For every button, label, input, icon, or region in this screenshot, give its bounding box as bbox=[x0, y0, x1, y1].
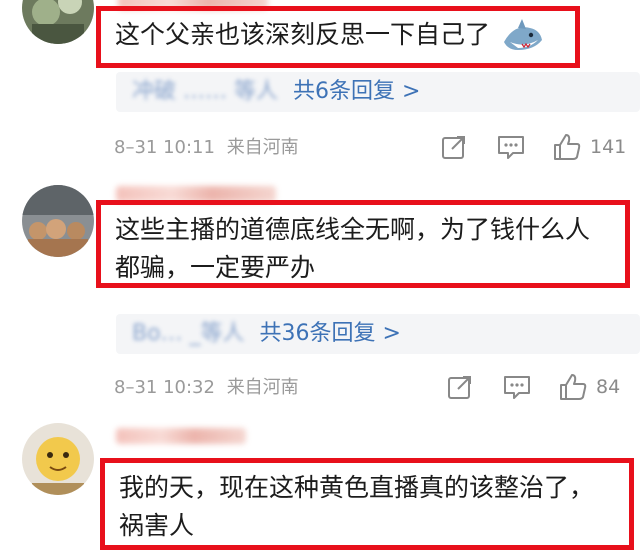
comment-1: 这个父亲也该深刻反思一下自己了 冲破 …… 等人 共6条回复 > 8–31 10… bbox=[0, 0, 640, 180]
like-count: 84 bbox=[596, 376, 621, 398]
share-button[interactable] bbox=[440, 133, 468, 161]
replies-bar[interactable]: 冲破 …… 等人 共6条回复 > bbox=[116, 72, 640, 112]
comment-2: 这些主播的道德底线全无啊，为了钱什么人都骗，一定要严办 Bo… _等人 共36条… bbox=[0, 180, 640, 420]
comment-3: 我的天，现在这种黄色直播真的该整治了，祸害人 bbox=[0, 420, 640, 550]
comment-text: 我的天，现在这种黄色直播真的该整治了，祸害人 bbox=[119, 473, 595, 540]
comment-icon bbox=[504, 376, 530, 399]
username-blurred[interactable] bbox=[116, 428, 246, 444]
like-count: 141 bbox=[590, 136, 627, 158]
location: 来自河南 bbox=[226, 137, 299, 158]
shark-emoji-icon bbox=[500, 18, 544, 62]
share-icon bbox=[442, 136, 465, 159]
share-icon bbox=[448, 376, 471, 399]
comment-text: 这些主播的道德底线全无啊，为了钱什么人都骗，一定要严办 bbox=[115, 215, 591, 282]
share-button[interactable] bbox=[446, 373, 474, 401]
comment-icon bbox=[498, 136, 524, 159]
avatar[interactable] bbox=[22, 0, 94, 44]
like-button[interactable]: 141 bbox=[552, 132, 626, 162]
comment-actions: 141 bbox=[440, 132, 626, 162]
comment-button[interactable] bbox=[502, 373, 532, 401]
timestamp: 8–31 10:32 bbox=[114, 377, 215, 398]
thumbs-up-icon bbox=[560, 374, 587, 400]
comment-actions: 84 bbox=[446, 372, 620, 402]
reply-names: 冲破 …… 等人 bbox=[132, 79, 278, 104]
comment-text-box: 我的天，现在这种黄色直播真的该整治了，祸害人 bbox=[100, 458, 634, 550]
thumbs-up-icon bbox=[554, 134, 581, 160]
reply-count-link[interactable]: 共36条回复 > bbox=[260, 321, 401, 346]
replies-bar[interactable]: Bo… _等人 共36条回复 > bbox=[116, 314, 640, 354]
location: 来自河南 bbox=[226, 377, 299, 398]
comment-text-box: 这些主播的道德底线全无啊，为了钱什么人都骗，一定要严办 bbox=[96, 200, 630, 288]
comment-text: 这个父亲也该深刻反思一下自己了 bbox=[115, 20, 491, 49]
avatar[interactable] bbox=[22, 185, 94, 257]
comment-button[interactable] bbox=[496, 133, 526, 161]
timestamp: 8–31 10:11 bbox=[114, 137, 215, 158]
comment-meta: 8–31 10:11 来自河南 bbox=[114, 136, 299, 160]
like-button[interactable]: 84 bbox=[558, 372, 620, 402]
reply-names: Bo… _等人 bbox=[132, 321, 245, 346]
comment-meta: 8–31 10:32 来自河南 bbox=[114, 376, 299, 400]
reply-count-link[interactable]: 共6条回复 > bbox=[293, 79, 420, 104]
avatar[interactable] bbox=[22, 423, 94, 495]
